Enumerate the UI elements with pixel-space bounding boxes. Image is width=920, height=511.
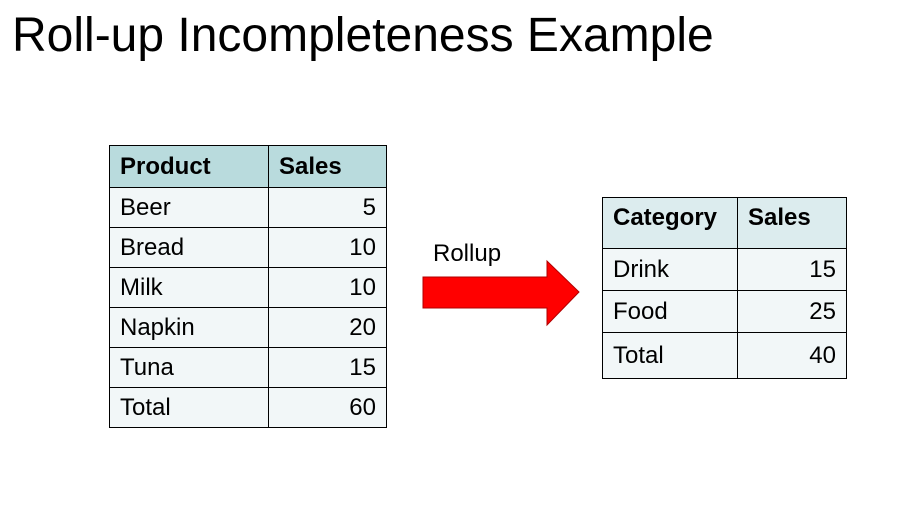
sales-cell: 15 bbox=[737, 248, 847, 291]
column-header-sales: Sales bbox=[268, 145, 387, 188]
table-total-row: Total 40 bbox=[602, 332, 847, 379]
product-sales-table: Product Sales Beer 5 Bread 10 Milk 10 Na… bbox=[109, 145, 387, 428]
page-title: Roll-up Incompleteness Example bbox=[12, 9, 714, 62]
sales-cell: 5 bbox=[268, 187, 387, 228]
sales-cell: 10 bbox=[268, 227, 387, 268]
category-sales-table: Category Sales Drink 15 Food 25 Total 40 bbox=[602, 197, 847, 379]
product-cell: Beer bbox=[109, 187, 269, 228]
table-row: Beer 5 bbox=[109, 187, 387, 228]
table-row: Napkin 20 bbox=[109, 307, 387, 348]
total-sales-cell: 40 bbox=[737, 332, 847, 379]
total-sales-cell: 60 bbox=[268, 387, 387, 428]
product-cell: Napkin bbox=[109, 307, 269, 348]
right-arrow-icon bbox=[422, 259, 580, 327]
table-header-row: Product Sales bbox=[109, 145, 387, 188]
product-cell: Milk bbox=[109, 267, 269, 308]
table-row: Bread 10 bbox=[109, 227, 387, 268]
table-total-row: Total 60 bbox=[109, 387, 387, 428]
sales-cell: 10 bbox=[268, 267, 387, 308]
category-cell: Drink bbox=[602, 248, 738, 291]
sales-cell: 25 bbox=[737, 290, 847, 333]
sales-cell: 20 bbox=[268, 307, 387, 348]
table-row: Tuna 15 bbox=[109, 347, 387, 388]
product-cell: Bread bbox=[109, 227, 269, 268]
product-cell: Tuna bbox=[109, 347, 269, 388]
sales-cell: 15 bbox=[268, 347, 387, 388]
table-row: Milk 10 bbox=[109, 267, 387, 308]
column-header-sales: Sales bbox=[737, 197, 847, 249]
total-label-cell: Total bbox=[602, 332, 738, 379]
category-cell: Food bbox=[602, 290, 738, 333]
table-row: Drink 15 bbox=[602, 248, 847, 291]
table-row: Food 25 bbox=[602, 290, 847, 333]
column-header-product: Product bbox=[109, 145, 269, 188]
total-label-cell: Total bbox=[109, 387, 269, 428]
column-header-category: Category bbox=[602, 197, 738, 249]
table-header-row: Category Sales bbox=[602, 197, 847, 249]
arrow-shape bbox=[422, 259, 580, 327]
